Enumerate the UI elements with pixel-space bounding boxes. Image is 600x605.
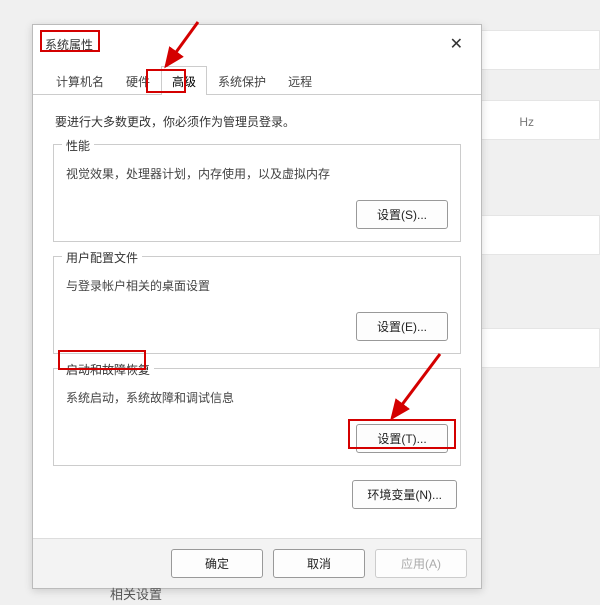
bg-hz-label: Hz (519, 115, 534, 129)
tab-content-advanced: 要进行大多数更改，你必须作为管理员登录。 性能 视觉效果，处理器计划，内存使用，… (33, 95, 481, 519)
group-startup-desc: 系统启动，系统故障和调试信息 (66, 389, 448, 406)
system-properties-dialog: 系统属性 ✕ 计算机名 硬件 高级 系统保护 远程 要进行大多数更改，你必须作为… (32, 24, 482, 589)
dialog-title: 系统属性 (45, 36, 93, 53)
titlebar: 系统属性 ✕ (33, 25, 481, 59)
tabstrip: 计算机名 硬件 高级 系统保护 远程 (33, 65, 481, 95)
cancel-button[interactable]: 取消 (273, 549, 365, 578)
tab-advanced[interactable]: 高级 (161, 66, 207, 95)
group-performance-caption: 性能 (62, 137, 94, 154)
group-startup-recovery: 启动和故障恢复 系统启动，系统故障和调试信息 设置(T)... (53, 368, 461, 466)
startup-settings-button[interactable]: 设置(T)... (356, 424, 448, 453)
group-performance-desc: 视觉效果，处理器计划，内存使用，以及虚拟内存 (66, 165, 448, 182)
tab-hardware[interactable]: 硬件 (115, 66, 161, 95)
close-icon[interactable]: ✕ (444, 32, 469, 56)
performance-settings-button[interactable]: 设置(S)... (356, 200, 448, 229)
env-vars-button[interactable]: 环境变量(N)... (352, 480, 457, 509)
tab-system-protection[interactable]: 系统保护 (207, 66, 277, 95)
related-settings-label: 相关设置 (110, 584, 162, 603)
group-startup-caption: 启动和故障恢复 (62, 361, 154, 378)
background-panel (480, 0, 600, 605)
group-profiles-caption: 用户配置文件 (62, 249, 142, 266)
tab-computer-name[interactable]: 计算机名 (45, 66, 115, 95)
group-performance: 性能 视觉效果，处理器计划，内存使用，以及虚拟内存 设置(S)... (53, 144, 461, 242)
group-profiles-desc: 与登录帐户相关的桌面设置 (66, 277, 448, 294)
apply-button[interactable]: 应用(A) (375, 549, 467, 578)
admin-note: 要进行大多数更改，你必须作为管理员登录。 (55, 113, 461, 130)
group-user-profiles: 用户配置文件 与登录帐户相关的桌面设置 设置(E)... (53, 256, 461, 354)
tab-remote[interactable]: 远程 (277, 66, 323, 95)
profiles-settings-button[interactable]: 设置(E)... (356, 312, 448, 341)
dialog-button-bar: 确定 取消 应用(A) (33, 538, 481, 588)
ok-button[interactable]: 确定 (171, 549, 263, 578)
